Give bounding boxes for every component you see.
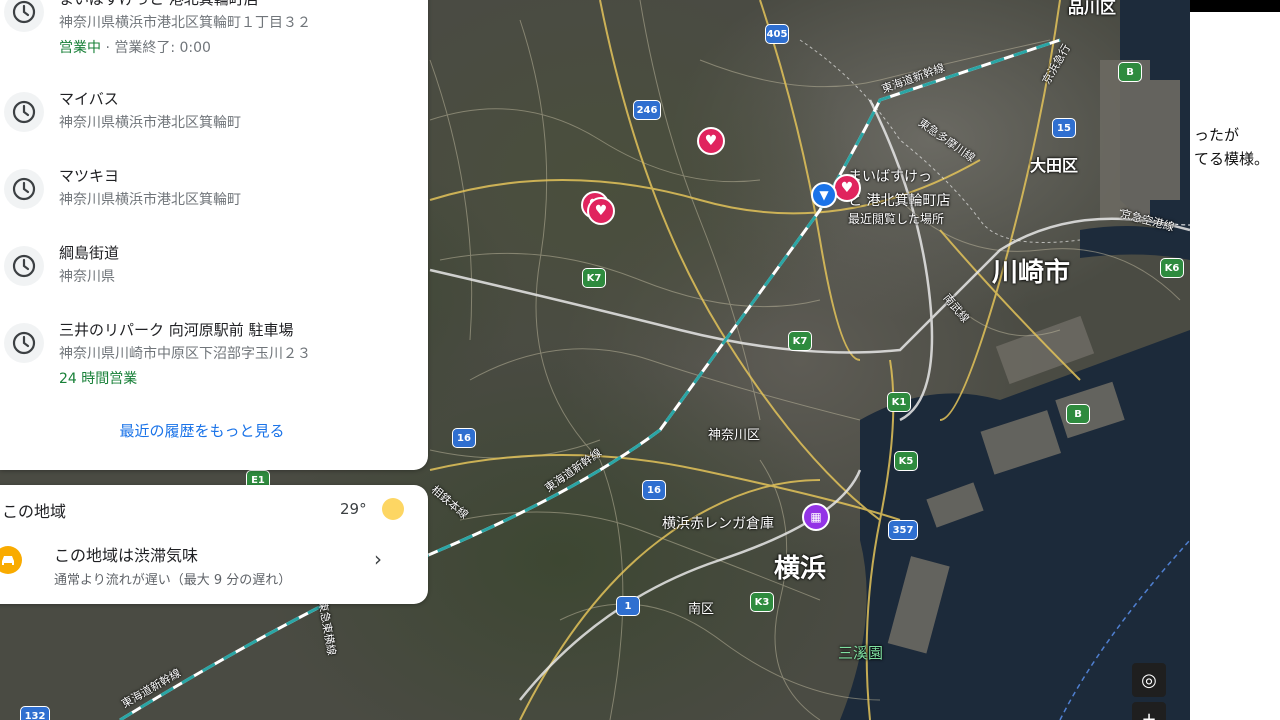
car-icon bbox=[0, 546, 22, 574]
route-shield: K6 bbox=[1160, 258, 1184, 278]
route-shield: 357 bbox=[888, 520, 918, 540]
route-shield: 15 bbox=[1052, 118, 1076, 138]
area-title: この地域 bbox=[2, 502, 67, 521]
saved-place-heart-icon[interactable]: ♥ bbox=[587, 197, 615, 225]
temperature-value: 29° bbox=[340, 500, 367, 518]
history-item-address: 神奈川県横浜市港北区箕輪町 bbox=[59, 115, 241, 131]
history-item-address: 神奈川県横浜市港北区箕輪町１丁目３２ bbox=[59, 15, 311, 31]
route-shield: 16 bbox=[642, 480, 666, 500]
traffic-subtitle: 通常より流れが遅い（最大 9 分の遅れ） bbox=[54, 573, 292, 588]
history-item[interactable]: マイバス 神奈川県横浜市港北区箕輪町 bbox=[0, 88, 428, 158]
label-sankeien: 三溪園 bbox=[838, 644, 884, 662]
sun-icon bbox=[382, 498, 404, 520]
history-item-status: 営業中 · 営業終了: 0:00 bbox=[59, 37, 211, 57]
route-shield: K5 bbox=[894, 451, 918, 471]
my-location-icon[interactable]: ◎ bbox=[1132, 663, 1166, 697]
label-store-name-1: まいばすけっ bbox=[848, 169, 932, 185]
route-shield: K1 bbox=[887, 392, 911, 412]
label-ota: 大田区 bbox=[1030, 156, 1079, 175]
route-shield: 1 bbox=[616, 596, 640, 616]
history-item[interactable]: 三井のリパーク 向河原駅前 駐車場 神奈川県川崎市中原区下沼部字玉川２３ 24 … bbox=[0, 319, 428, 399]
shopping-cart-icon[interactable]: ▼ bbox=[811, 182, 837, 208]
route-shield: K7 bbox=[582, 268, 606, 288]
status-closing: · 営業終了: 0:00 bbox=[101, 40, 211, 56]
history-clock-icon bbox=[4, 169, 44, 209]
status-hours: 24 時間営業 bbox=[59, 371, 138, 387]
history-item-address: 神奈川県川崎市中原区下沼部字玉川２３ bbox=[59, 346, 311, 362]
route-shield: K7 bbox=[788, 331, 812, 351]
history-item-status: 24 時間営業 bbox=[59, 368, 137, 388]
history-clock-icon bbox=[4, 246, 44, 286]
history-item-address: 神奈川県横浜市港北区箕輪町 bbox=[59, 192, 241, 208]
history-item[interactable]: 綱島街道 神奈川県 bbox=[0, 242, 428, 312]
chevron-right-icon: › bbox=[374, 547, 382, 571]
status-open: 営業中 bbox=[59, 40, 101, 56]
history-item[interactable]: まいばすけっと 港北箕輪町店 神奈川県横浜市港北区箕輪町１丁目３２ 営業中 · … bbox=[0, 0, 428, 58]
saved-place-heart-icon[interactable]: ♥ bbox=[697, 127, 725, 155]
right-top-bar bbox=[1190, 0, 1280, 12]
right-text-line-2: てる模様。 bbox=[1194, 150, 1270, 168]
history-item-title: マイバス bbox=[59, 90, 119, 108]
label-kawasaki: 川崎市 bbox=[992, 258, 1071, 288]
history-item-title: 三井のリパーク 向河原駅前 駐車場 bbox=[59, 321, 294, 339]
route-shield: 16 bbox=[452, 428, 476, 448]
label-shinagawa: 品川区 bbox=[1068, 0, 1117, 17]
history-clock-icon bbox=[4, 0, 44, 32]
history-item[interactable]: マツキヨ 神奈川県横浜市港北区箕輪町 bbox=[0, 165, 428, 235]
history-item-title: 綱島街道 bbox=[59, 244, 120, 262]
traffic-title: この地域は渋滞気味 bbox=[54, 546, 199, 565]
right-side-pane: ったが てる模様。 bbox=[1190, 0, 1280, 720]
label-store-name-2: と 港北箕輪町店 bbox=[848, 193, 951, 209]
route-shield: B bbox=[1118, 62, 1142, 82]
route-shield: B bbox=[1066, 404, 1090, 424]
label-red-brick: 横浜赤レンガ倉庫 bbox=[662, 516, 774, 532]
route-shield: 132 bbox=[20, 706, 50, 720]
label-yokohama: 横浜 bbox=[774, 554, 827, 584]
recent-history-panel: まいばすけっと 港北箕輪町店 神奈川県横浜市港北区箕輪町１丁目３２ 営業中 · … bbox=[0, 0, 428, 470]
label-minami-ku: 南区 bbox=[688, 602, 715, 617]
history-item-title: マツキヨ bbox=[59, 167, 120, 185]
route-shield: K3 bbox=[750, 592, 774, 612]
more-history-link[interactable]: 最近の履歴をもっと見る bbox=[0, 420, 404, 441]
traffic-row[interactable]: この地域は渋滞気味 通常より流れが遅い（最大 9 分の遅れ） › bbox=[0, 535, 428, 595]
area-info-card: この地域 29° この地域は渋滞気味 通常より流れが遅い（最大 9 分の遅れ） … bbox=[0, 485, 428, 604]
saved-place-heart-icon[interactable]: ♥ bbox=[833, 174, 861, 202]
history-item-title: まいばすけっと 港北箕輪町店 bbox=[59, 0, 259, 9]
route-shield: 246 bbox=[633, 100, 661, 120]
right-text-line-1: ったが bbox=[1194, 126, 1240, 144]
label-recent-viewed: 最近閲覧した場所 bbox=[848, 212, 945, 226]
history-clock-icon bbox=[4, 323, 44, 363]
history-clock-icon bbox=[4, 92, 44, 132]
label-kanagawa-ku: 神奈川区 bbox=[708, 428, 761, 443]
zoom-in-icon[interactable]: + bbox=[1132, 702, 1166, 720]
route-shield: 405 bbox=[765, 24, 789, 44]
poi-grid-icon[interactable]: ▦ bbox=[802, 503, 830, 531]
history-item-address: 神奈川県 bbox=[59, 269, 115, 285]
